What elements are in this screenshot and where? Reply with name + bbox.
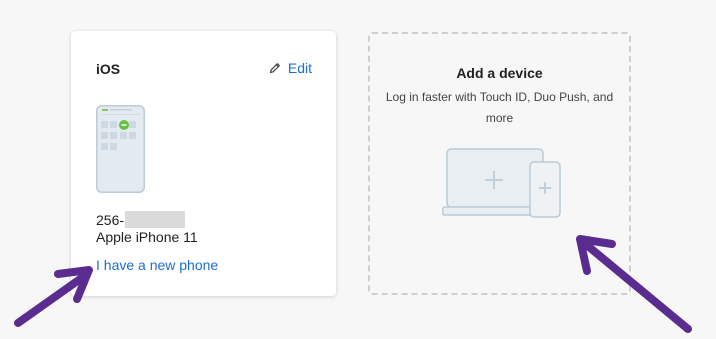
phone-illustration (96, 105, 145, 193)
add-device-title: Add a device (456, 65, 543, 81)
device-card: iOS Edit 256- Apple iPhone 11 I have a n… (71, 31, 336, 296)
edit-label[interactable]: Edit (288, 60, 312, 76)
phone-icon (529, 161, 561, 218)
phone-number-prefix: 256- (96, 211, 125, 228)
add-device-card[interactable]: Add a device Log in faster with Touch ID… (368, 32, 631, 295)
device-platform-title: iOS (96, 61, 121, 77)
redacted-phone-digits (125, 211, 186, 228)
devices-illustration (442, 148, 561, 218)
device-model: Apple iPhone 11 (96, 229, 198, 245)
pencil-icon (269, 63, 280, 74)
phone-number: 256- (96, 211, 186, 228)
add-device-subtitle: Log in faster with Touch ID, Duo Push, a… (385, 90, 614, 125)
edit-button[interactable]: Edit (269, 60, 312, 76)
new-phone-link[interactable]: I have a new phone (96, 257, 218, 273)
